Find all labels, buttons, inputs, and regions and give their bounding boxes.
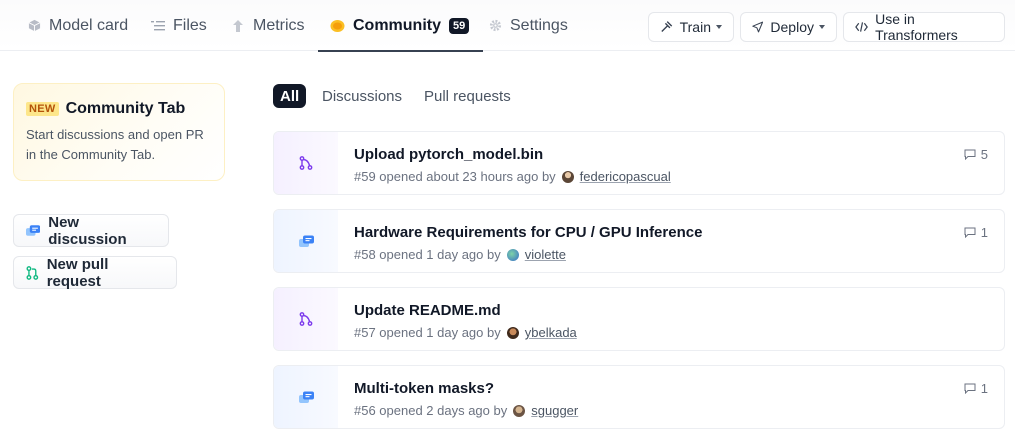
use-in-transformers-button[interactable]: Use in Transformers xyxy=(843,11,1005,43)
community-count-badge: 59 xyxy=(449,17,470,34)
deploy-button[interactable]: Deploy xyxy=(740,12,837,42)
discussion-title[interactable]: Hardware Requirements for CPU / GPU Infe… xyxy=(354,224,702,241)
model-card-icon xyxy=(28,19,41,32)
chevron-down-icon xyxy=(716,25,722,29)
row-type-icon-area xyxy=(274,210,338,272)
promo-title: Community Tab xyxy=(65,100,186,117)
discussion-row[interactable]: Hardware Requirements for CPU / GPU Infe… xyxy=(273,209,1005,273)
author-link[interactable]: violette xyxy=(525,247,566,262)
discussion-row[interactable]: Upload pytorch_model.bin #59 opened abou… xyxy=(273,131,1005,195)
comment-count: 1 xyxy=(964,225,988,240)
gear-icon xyxy=(489,19,502,32)
filter-discussions[interactable]: Discussions xyxy=(322,84,402,108)
tab-community[interactable]: Community 59 xyxy=(317,0,484,52)
row-type-icon-area xyxy=(274,366,338,428)
author-link[interactable]: federicopascual xyxy=(580,169,671,184)
comment-icon xyxy=(964,383,976,394)
chevron-down-icon xyxy=(819,25,825,29)
discussion-row[interactable]: Multi-token masks? #56 opened 2 days ago… xyxy=(273,365,1005,429)
discussion-title[interactable]: Update README.md xyxy=(354,302,501,319)
discussion-meta-text: #59 opened about 23 hours ago by xyxy=(354,169,556,184)
comment-icon xyxy=(964,149,976,160)
pull-request-icon xyxy=(299,156,313,170)
filter-all[interactable]: All xyxy=(273,84,307,108)
pull-request-icon xyxy=(299,312,313,326)
tab-label: Community xyxy=(353,16,441,34)
tab-label: Settings xyxy=(510,16,568,34)
community-tab-promo: NEW Community Tab Start discussions and … xyxy=(13,83,225,181)
code-icon xyxy=(855,22,868,32)
tab-files[interactable]: Files xyxy=(151,0,207,51)
discussion-meta: #59 opened about 23 hours ago by federic… xyxy=(354,169,671,184)
paper-plane-icon xyxy=(752,21,764,33)
row-type-icon-area xyxy=(274,288,338,350)
row-type-icon-area xyxy=(274,132,338,194)
avatar xyxy=(506,326,519,339)
discussion-meta: #56 opened 2 days ago by sgugger xyxy=(354,403,578,418)
tab-label: Model card xyxy=(49,16,129,34)
avatar xyxy=(561,170,574,183)
comment-icon xyxy=(964,227,976,238)
filter-pull-requests[interactable]: Pull requests xyxy=(424,84,511,108)
discussion-title[interactable]: Multi-token masks? xyxy=(354,380,494,397)
new-discussion-button[interactable]: New discussion xyxy=(13,214,169,248)
avatar xyxy=(506,248,519,261)
comment-count: 5 xyxy=(964,147,988,162)
promo-header: NEW Community Tab xyxy=(26,100,212,118)
discussion-row[interactable]: Update README.md #57 opened 1 day ago by… xyxy=(273,287,1005,351)
train-icon xyxy=(661,21,673,32)
discussion-meta: #57 opened 1 day ago by ybelkada xyxy=(354,325,577,340)
tab-label: Files xyxy=(173,16,207,34)
avatar xyxy=(513,404,526,417)
promo-text: Start discussions and open PR in the Com… xyxy=(26,127,204,162)
metrics-icon xyxy=(233,19,243,32)
discussion-icon xyxy=(298,235,314,247)
author-link[interactable]: ybelkada xyxy=(525,325,577,340)
new-pull-request-button[interactable]: New pull request xyxy=(13,256,177,290)
discussion-meta-text: #58 opened 1 day ago by xyxy=(354,247,501,262)
discussion-title[interactable]: Upload pytorch_model.bin xyxy=(354,146,543,163)
tab-settings[interactable]: Settings xyxy=(489,0,568,51)
tab-model-card[interactable]: Model card xyxy=(28,0,128,51)
discussion-icon xyxy=(298,391,314,403)
comment-count: 1 xyxy=(964,381,988,396)
discussion-meta-text: #56 opened 2 days ago by xyxy=(354,403,508,418)
new-badge: NEW xyxy=(26,102,59,116)
files-icon xyxy=(151,20,165,30)
train-button[interactable]: Train xyxy=(648,12,734,42)
tab-metrics[interactable]: Metrics xyxy=(231,0,305,51)
tab-label: Metrics xyxy=(253,16,305,34)
repo-tab-bar: Model card Files Metrics Community 59 Se… xyxy=(0,0,1015,52)
pull-request-icon xyxy=(26,265,39,280)
author-link[interactable]: sgugger xyxy=(531,403,578,418)
discussion-meta-text: #57 opened 1 day ago by xyxy=(354,325,501,340)
discussion-icon xyxy=(26,224,41,236)
discussion-meta: #58 opened 1 day ago by violette xyxy=(354,247,566,262)
community-icon xyxy=(330,19,345,32)
